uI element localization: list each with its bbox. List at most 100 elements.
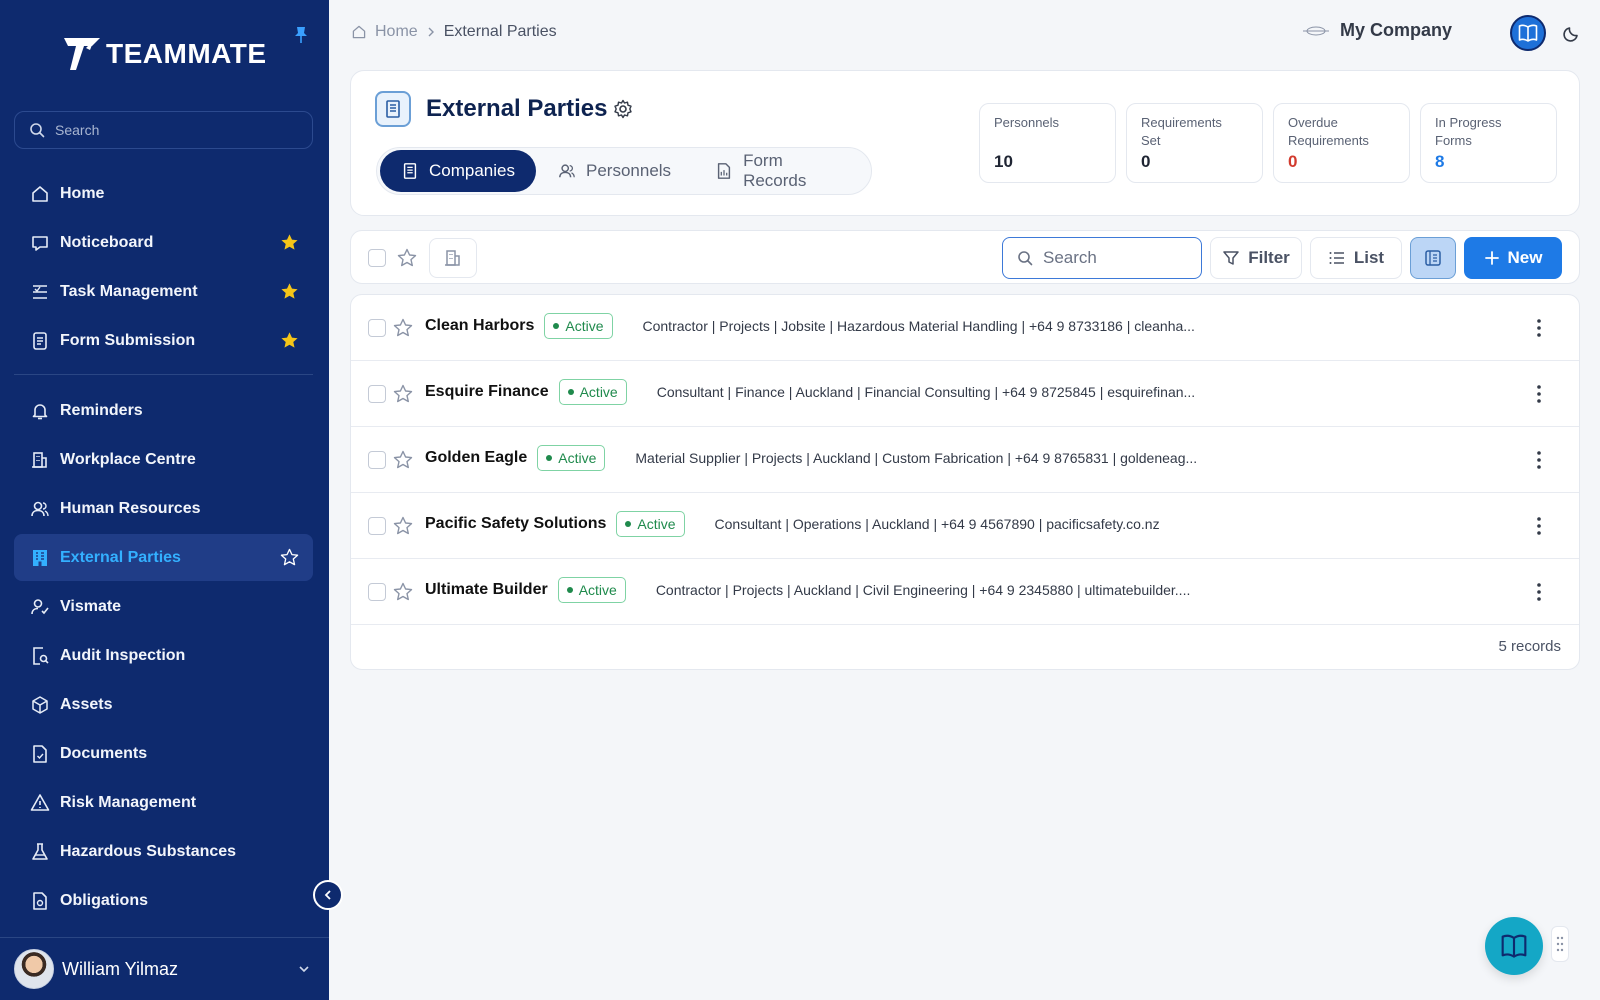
- book-icon: [1518, 24, 1538, 42]
- sidebar-item-human-resources[interactable]: Human Resources: [14, 485, 313, 532]
- brand-name: TEAMMATE: [106, 38, 267, 69]
- stat-personnels[interactable]: Personnels 10: [979, 103, 1116, 183]
- tab-companies[interactable]: Companies: [380, 150, 536, 192]
- collapse-sidebar-button[interactable]: [313, 880, 343, 910]
- sidebar-item-label: Task Management: [60, 282, 198, 300]
- star-outline-icon[interactable]: [393, 450, 413, 470]
- star-filled-icon[interactable]: [280, 282, 299, 301]
- detail-view-button[interactable]: [1410, 237, 1456, 279]
- stat-in-progress-forms[interactable]: In Progress Forms 8: [1420, 103, 1557, 183]
- home-icon[interactable]: [351, 24, 367, 40]
- star-outline-icon[interactable]: [393, 516, 413, 536]
- chevron-left-icon: [324, 890, 331, 900]
- company-name[interactable]: Ultimate Builder: [425, 581, 548, 599]
- sidebar-search-input[interactable]: [55, 122, 295, 138]
- grip-icon: [1556, 936, 1564, 952]
- star-outline-icon[interactable]: [280, 548, 299, 567]
- status-dot: [625, 521, 632, 527]
- list-search-input[interactable]: [1043, 248, 1193, 268]
- list-item[interactable]: Pacific Safety Solutions Active Consulta…: [351, 493, 1579, 559]
- sidebar-item-reminders[interactable]: Reminders: [14, 387, 313, 434]
- chevron-down-icon[interactable]: [297, 962, 311, 976]
- person-check-icon: [30, 597, 50, 617]
- sidebar-item-hazardous-substances[interactable]: Hazardous Substances: [14, 828, 313, 875]
- star-filled-icon[interactable]: [280, 331, 299, 350]
- group-by-button[interactable]: [429, 238, 477, 278]
- tasks-icon: [30, 282, 50, 302]
- row-checkbox[interactable]: [368, 319, 386, 337]
- tab-personnels[interactable]: Personnels: [536, 150, 693, 192]
- list-item[interactable]: Ultimate Builder Active Contractor | Pro…: [351, 559, 1579, 625]
- sidebar-item-documents[interactable]: Documents: [14, 730, 313, 777]
- stat-overdue-requirements[interactable]: Overdue Requirements 0: [1273, 103, 1410, 183]
- new-button[interactable]: New: [1464, 237, 1562, 279]
- star-outline-icon[interactable]: [397, 248, 417, 268]
- stat-requirements-set[interactable]: Requirements Set 0: [1126, 103, 1263, 183]
- external-parties-icon: [375, 91, 411, 127]
- user-profile[interactable]: William Yilmaz: [0, 937, 329, 1000]
- company-name[interactable]: Clean Harbors: [425, 317, 534, 335]
- search-icon: [1018, 251, 1033, 266]
- sidebar-item-obligations[interactable]: Obligations: [14, 877, 313, 924]
- row-checkbox[interactable]: [368, 385, 386, 403]
- brand-logo[interactable]: TEAMMATE: [64, 38, 267, 70]
- search-icon: [30, 123, 45, 138]
- sidebar-item-label: Human Resources: [60, 499, 201, 517]
- star-filled-icon[interactable]: [280, 233, 299, 252]
- sidebar-item-noticeboard[interactable]: Noticeboard: [14, 219, 313, 266]
- company-switcher[interactable]: My Company: [1302, 20, 1452, 41]
- sidebar-item-home[interactable]: Home: [14, 170, 313, 217]
- star-outline-icon[interactable]: [393, 384, 413, 404]
- sidebar-item-workplace-centre[interactable]: Workplace Centre: [14, 436, 313, 483]
- sidebar-item-label: Audit Inspection: [60, 646, 186, 664]
- stat-value: 10: [994, 152, 1013, 171]
- star-outline-icon[interactable]: [393, 318, 413, 338]
- knowledge-base-button[interactable]: [1510, 15, 1546, 51]
- company-name[interactable]: Golden Eagle: [425, 449, 527, 467]
- avatar[interactable]: [14, 949, 54, 989]
- row-checkbox[interactable]: [368, 451, 386, 469]
- more-options-icon[interactable]: [1529, 317, 1549, 339]
- plus-icon: [1484, 251, 1499, 265]
- drag-handle[interactable]: [1551, 926, 1569, 962]
- sidebar-item-assets[interactable]: Assets: [14, 681, 313, 728]
- sidebar-item-label: Home: [60, 184, 105, 202]
- list-item[interactable]: Clean Harbors Active Contractor | Projec…: [351, 295, 1579, 361]
- pin-icon[interactable]: [293, 26, 309, 44]
- help-book-button[interactable]: [1485, 917, 1543, 975]
- sidebar-item-form-submission[interactable]: Form Submission: [14, 317, 313, 364]
- page-header-card: External Parties Companies Personnels Fo…: [350, 70, 1580, 216]
- list-view-button[interactable]: List: [1310, 237, 1402, 279]
- list-item[interactable]: Esquire Finance Active Consultant | Fina…: [351, 361, 1579, 427]
- list-item[interactable]: Golden Eagle Active Material Supplier | …: [351, 427, 1579, 493]
- more-options-icon[interactable]: [1529, 449, 1549, 471]
- sidebar-item-risk-management[interactable]: Risk Management: [14, 779, 313, 826]
- external-parties-icon: [30, 548, 50, 568]
- filter-button[interactable]: Filter: [1210, 237, 1302, 279]
- sidebar-search[interactable]: [14, 111, 313, 149]
- more-options-icon[interactable]: [1529, 383, 1549, 405]
- sidebar-item-external-parties[interactable]: External Parties: [14, 534, 313, 581]
- breadcrumb-current: External Parties: [443, 23, 557, 40]
- company-name[interactable]: Pacific Safety Solutions: [425, 515, 606, 533]
- cube-icon: [30, 695, 50, 715]
- star-outline-icon[interactable]: [393, 582, 413, 602]
- row-checkbox[interactable]: [368, 583, 386, 601]
- select-all-checkbox[interactable]: [368, 249, 386, 267]
- sidebar-item-label: Workplace Centre: [60, 450, 196, 468]
- company-name[interactable]: Esquire Finance: [425, 383, 549, 401]
- stat-label: Requirements Set: [1141, 115, 1222, 148]
- row-checkbox[interactable]: [368, 517, 386, 535]
- dark-mode-icon[interactable]: [1563, 24, 1581, 42]
- sidebar-item-vismate[interactable]: Vismate: [14, 583, 313, 630]
- tab-form-records[interactable]: Form Records: [693, 150, 868, 192]
- sidebar-item-audit-inspection[interactable]: Audit Inspection: [14, 632, 313, 679]
- sidebar-item-task-management[interactable]: Task Management: [14, 268, 313, 315]
- sidebar-item-label: Noticeboard: [60, 233, 154, 251]
- breadcrumb-home[interactable]: Home: [375, 23, 418, 41]
- more-options-icon[interactable]: [1529, 581, 1549, 603]
- more-options-icon[interactable]: [1529, 515, 1549, 537]
- sidebar-nav-primary: Home Noticeboard Task Management Form Su…: [14, 170, 313, 926]
- gear-icon[interactable]: [613, 99, 633, 119]
- list-search[interactable]: [1002, 237, 1202, 279]
